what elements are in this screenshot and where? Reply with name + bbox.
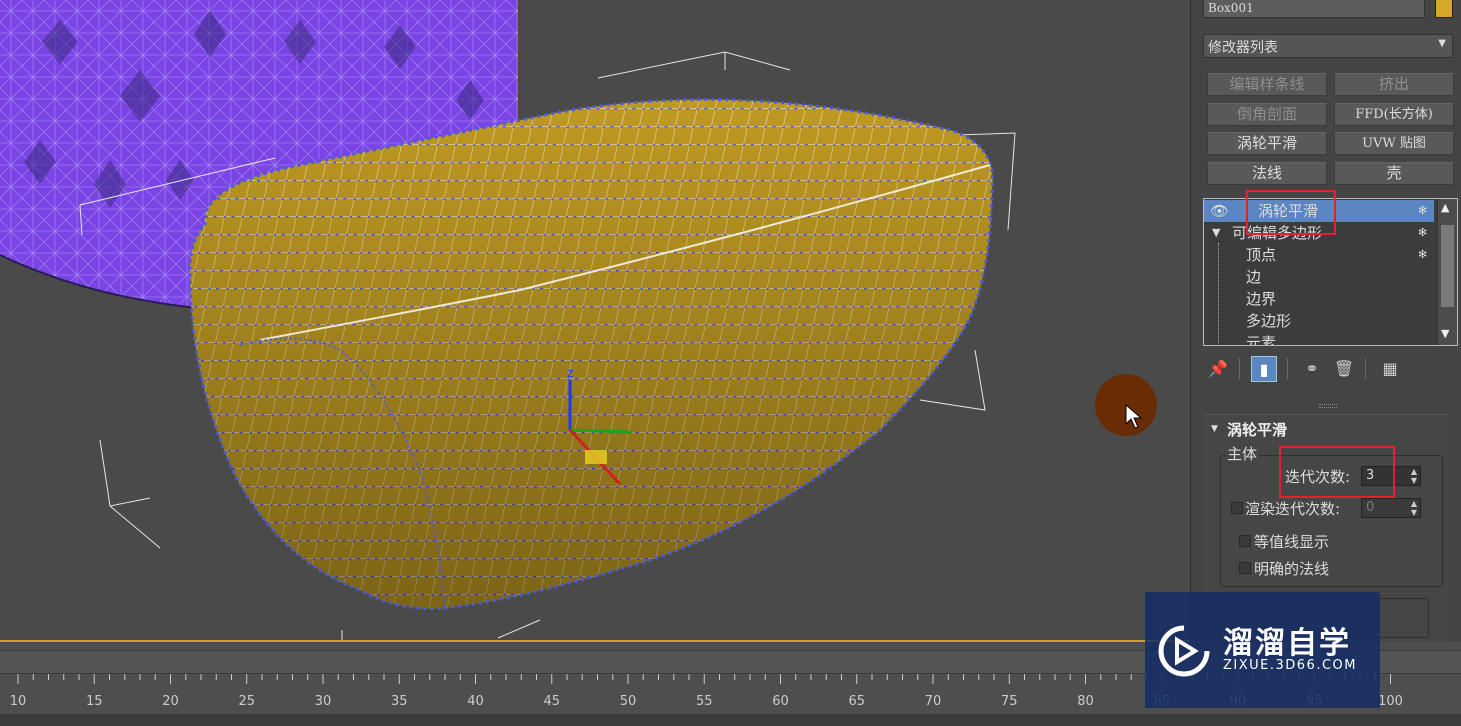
render-iterations-value[interactable]: 0	[1366, 500, 1374, 515]
configure-modifier-sets-icon[interactable]: ▦	[1377, 356, 1403, 382]
viewport-perspective[interactable]: z	[0, 0, 1190, 640]
rollout-title[interactable]: 涡轮平滑	[1227, 419, 1287, 440]
status-bar	[0, 714, 1461, 726]
command-panel: Box001 修改器列表 ▼ 编辑样条线 挤出 倒角剖面 FFD(长方体) 涡轮…	[1190, 0, 1461, 644]
ruler-tick-label: 100	[1378, 694, 1403, 709]
mod-button-bevel-profile[interactable]: 倒角剖面	[1207, 103, 1327, 126]
spinner-arrows-icon[interactable]: ▲ ▼	[1411, 499, 1417, 517]
ruler-tick-label: 15	[85, 694, 103, 709]
ruler-tick-label: 60	[772, 694, 789, 709]
ruler-tick-label: 65	[848, 694, 866, 709]
render-iterations-label: 渲染迭代次数:	[1245, 500, 1341, 518]
ruler-tick-label: 25	[238, 694, 256, 709]
watermark-url: ZIXUE.3D66.COM	[1223, 658, 1357, 673]
stack-subitem-element[interactable]: 元素	[1204, 332, 1434, 346]
highlight-box-stack	[1246, 190, 1336, 235]
modifier-list-label: 修改器列表	[1208, 40, 1278, 56]
ruler-tick-label: 70	[924, 694, 942, 709]
isoline-label: 等值线显示	[1254, 533, 1330, 551]
stack-config-icon: ✻	[1418, 204, 1428, 217]
spinner-arrows-icon[interactable]: ▲ ▼	[1411, 467, 1417, 485]
expand-triangle-icon[interactable]: ▼	[1212, 222, 1220, 244]
ruler-tick-label: 10	[9, 694, 27, 709]
remove-modifier-icon[interactable]: 🗑	[1331, 356, 1357, 382]
pin-stack-icon[interactable]: 📌	[1205, 356, 1231, 382]
stack-item-label: 多边形	[1246, 312, 1292, 330]
explicit-normals-label: 明确的法线	[1254, 560, 1330, 578]
ruler-tick-label: 50	[619, 694, 637, 709]
mod-button-turbosmooth[interactable]: 涡轮平滑	[1207, 132, 1327, 155]
panel-divider-grip[interactable]	[1319, 404, 1337, 408]
ruler-tick-label: 80	[1077, 694, 1094, 709]
stack-config-icon: ✻	[1418, 226, 1428, 239]
object-color-swatch[interactable]	[1435, 0, 1453, 18]
toolbar-separator	[1365, 358, 1366, 380]
show-end-result-icon[interactable]: ▮	[1251, 356, 1277, 382]
highlight-box-iterations	[1279, 446, 1395, 498]
explicit-normals-checkbox[interactable]	[1239, 562, 1251, 574]
isoline-checkbox[interactable]	[1239, 535, 1251, 547]
stack-item-label: 边界	[1246, 290, 1277, 308]
stack-subitem-border[interactable]: 边界	[1204, 288, 1434, 310]
stack-subitem-vertex[interactable]: 顶点 ✻	[1204, 244, 1434, 266]
group-title-main: 主体	[1225, 443, 1260, 464]
mouse-cursor-icon	[1125, 404, 1143, 429]
render-iterations-checkbox[interactable]	[1231, 502, 1243, 514]
ruler-tick-label: 40	[467, 694, 484, 709]
stack-item-label: 顶点	[1246, 246, 1277, 264]
watermark: 溜溜自学 ZIXUE.3D66.COM	[1145, 592, 1380, 708]
scroll-up-icon[interactable]: ▲	[1441, 201, 1449, 214]
scroll-down-icon[interactable]: ▼	[1441, 327, 1449, 340]
stack-item-label: 元素	[1246, 334, 1277, 346]
stack-config-icon: ✻	[1418, 248, 1428, 261]
play-logo-icon	[1158, 625, 1210, 677]
mod-button-uvw-map[interactable]: UVW 贴图	[1334, 132, 1454, 155]
ruler-tick-label: 20	[162, 694, 179, 709]
scroll-thumb[interactable]	[1441, 225, 1454, 307]
stack-scrollbar[interactable]: ▲ ▼	[1437, 199, 1457, 345]
mod-button-shell[interactable]: 壳	[1334, 162, 1454, 185]
yellow-box-mesh[interactable]	[188, 98, 995, 611]
stack-toolbar: 📌 ▮ ⚭ 🗑 ▦	[1203, 354, 1453, 384]
mod-button-edit-spline[interactable]: 编辑样条线	[1207, 73, 1327, 96]
watermark-title: 溜溜自学	[1223, 626, 1351, 661]
svg-text:z: z	[567, 366, 573, 380]
make-unique-icon[interactable]: ⚭	[1299, 356, 1325, 382]
stack-subitem-polygon[interactable]: 多边形	[1204, 310, 1434, 332]
render-iterations-spinner[interactable]: 0 ▲ ▼	[1361, 498, 1421, 518]
ruler-tick-label: 75	[1000, 694, 1018, 709]
mod-button-normal[interactable]: 法线	[1207, 162, 1327, 185]
object-name-field[interactable]: Box001	[1203, 0, 1425, 18]
collapse-arrow-icon[interactable]: ▼	[1211, 424, 1218, 434]
chevron-down-icon: ▼	[1438, 38, 1446, 49]
toolbar-separator	[1287, 358, 1288, 380]
modifier-list-dropdown[interactable]: 修改器列表 ▼	[1203, 34, 1453, 58]
ruler-tick-label: 30	[314, 694, 332, 709]
eye-icon[interactable]: 👁	[1210, 200, 1229, 222]
ruler-tick-label: 55	[695, 694, 713, 709]
ruler-tick-label: 45	[543, 694, 561, 709]
stack-subitem-edge[interactable]: 边	[1204, 266, 1434, 288]
ruler-tick-label: 35	[390, 694, 408, 709]
mod-button-ffd-box[interactable]: FFD(长方体)	[1334, 103, 1454, 126]
mod-button-extrude[interactable]: 挤出	[1334, 73, 1454, 96]
stack-item-label: 边	[1246, 268, 1262, 286]
toolbar-separator	[1239, 358, 1240, 380]
viewport-scene: z	[0, 0, 1016, 640]
